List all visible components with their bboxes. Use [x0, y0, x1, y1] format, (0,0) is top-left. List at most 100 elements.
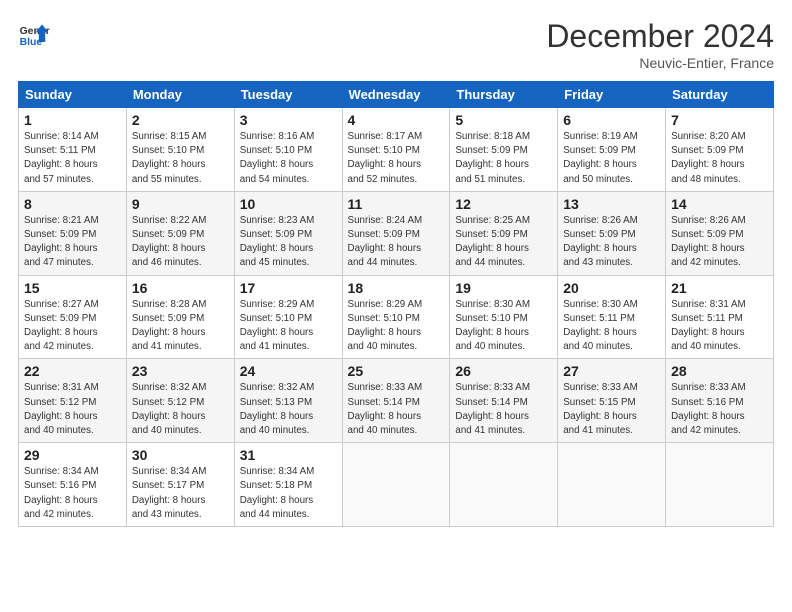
day-info: Sunrise: 8:32 AM Sunset: 5:13 PM Dayligh…	[240, 381, 337, 438]
day-info: Sunrise: 8:23 AM Sunset: 5:09 PM Dayligh…	[240, 214, 337, 271]
day-info: Sunrise: 8:33 AM Sunset: 5:14 PM Dayligh…	[348, 381, 445, 438]
col-header-tuesday: Tuesday	[234, 82, 342, 108]
calendar-container: General Blue December 2024 Neuvic-Entier…	[0, 0, 792, 537]
day-info: Sunrise: 8:24 AM Sunset: 5:09 PM Dayligh…	[348, 214, 445, 271]
day-number: 13	[563, 196, 660, 212]
day-info: Sunrise: 8:34 AM Sunset: 5:16 PM Dayligh…	[24, 465, 121, 522]
day-info: Sunrise: 8:14 AM Sunset: 5:11 PM Dayligh…	[24, 130, 121, 187]
day-cell: 18 Sunrise: 8:29 AM Sunset: 5:10 PM Dayli…	[342, 275, 450, 359]
day-cell: 22Sunrise: 8:31 AM Sunset: 5:12 PM Dayli…	[19, 359, 127, 443]
day-number: 27	[563, 363, 660, 379]
day-info: Sunrise: 8:31 AM Sunset: 5:11 PM Dayligh…	[671, 298, 768, 355]
day-cell: 7 Sunrise: 8:20 AM Sunset: 5:09 PM Daylig…	[666, 108, 774, 192]
day-cell: 30 Sunrise: 8:34 AM Sunset: 5:17 PM Dayli…	[126, 443, 234, 527]
day-cell: 26 Sunrise: 8:33 AM Sunset: 5:14 PM Dayli…	[450, 359, 558, 443]
day-cell: 17 Sunrise: 8:29 AM Sunset: 5:10 PM Dayli…	[234, 275, 342, 359]
day-cell: 5Sunrise: 8:18 AM Sunset: 5:09 PM Daylig…	[450, 108, 558, 192]
day-info: Sunrise: 8:33 AM Sunset: 5:15 PM Dayligh…	[563, 381, 660, 438]
day-cell: 19Sunrise: 8:30 AM Sunset: 5:10 PM Dayli…	[450, 275, 558, 359]
col-header-friday: Friday	[558, 82, 666, 108]
day-number: 30	[132, 447, 229, 463]
day-info: Sunrise: 8:33 AM Sunset: 5:14 PM Dayligh…	[455, 381, 552, 438]
day-cell: 15Sunrise: 8:27 AM Sunset: 5:09 PM Dayli…	[19, 275, 127, 359]
day-cell: 28 Sunrise: 8:33 AM Sunset: 5:16 PM Dayli…	[666, 359, 774, 443]
day-number: 8	[24, 196, 121, 212]
col-header-saturday: Saturday	[666, 82, 774, 108]
day-cell: 8 Sunrise: 8:21 AM Sunset: 5:09 PM Daylig…	[19, 191, 127, 275]
subtitle: Neuvic-Entier, France	[546, 55, 774, 71]
week-row-4: 22Sunrise: 8:31 AM Sunset: 5:12 PM Dayli…	[19, 359, 774, 443]
day-info: Sunrise: 8:33 AM Sunset: 5:16 PM Dayligh…	[671, 381, 768, 438]
title-block: December 2024 Neuvic-Entier, France	[546, 18, 774, 71]
logo-icon: General Blue	[18, 18, 50, 50]
day-info: Sunrise: 8:15 AM Sunset: 5:10 PM Dayligh…	[132, 130, 229, 187]
day-info: Sunrise: 8:20 AM Sunset: 5:09 PM Dayligh…	[671, 130, 768, 187]
day-number: 31	[240, 447, 337, 463]
day-number: 24	[240, 363, 337, 379]
day-info: Sunrise: 8:26 AM Sunset: 5:09 PM Dayligh…	[671, 214, 768, 271]
day-number: 7	[671, 112, 768, 128]
col-header-thursday: Thursday	[450, 82, 558, 108]
day-number: 18	[348, 280, 445, 296]
day-info: Sunrise: 8:34 AM Sunset: 5:18 PM Dayligh…	[240, 465, 337, 522]
day-info: Sunrise: 8:34 AM Sunset: 5:17 PM Dayligh…	[132, 465, 229, 522]
day-number: 14	[671, 196, 768, 212]
week-row-2: 8 Sunrise: 8:21 AM Sunset: 5:09 PM Daylig…	[19, 191, 774, 275]
day-cell: 11 Sunrise: 8:24 AM Sunset: 5:09 PM Dayli…	[342, 191, 450, 275]
day-number: 26	[455, 363, 552, 379]
day-cell: 14 Sunrise: 8:26 AM Sunset: 5:09 PM Dayli…	[666, 191, 774, 275]
day-cell: 21Sunrise: 8:31 AM Sunset: 5:11 PM Dayli…	[666, 275, 774, 359]
week-row-5: 29 Sunrise: 8:34 AM Sunset: 5:16 PM Dayli…	[19, 443, 774, 527]
day-number: 4	[348, 112, 445, 128]
day-cell: 9 Sunrise: 8:22 AM Sunset: 5:09 PM Daylig…	[126, 191, 234, 275]
day-cell: 16 Sunrise: 8:28 AM Sunset: 5:09 PM Dayli…	[126, 275, 234, 359]
week-row-3: 15Sunrise: 8:27 AM Sunset: 5:09 PM Dayli…	[19, 275, 774, 359]
calendar-table: SundayMondayTuesdayWednesdayThursdayFrid…	[18, 81, 774, 527]
day-info: Sunrise: 8:26 AM Sunset: 5:09 PM Dayligh…	[563, 214, 660, 271]
day-cell	[342, 443, 450, 527]
day-cell: 13 Sunrise: 8:26 AM Sunset: 5:09 PM Dayli…	[558, 191, 666, 275]
day-cell: 25Sunrise: 8:33 AM Sunset: 5:14 PM Dayli…	[342, 359, 450, 443]
day-info: Sunrise: 8:28 AM Sunset: 5:09 PM Dayligh…	[132, 298, 229, 355]
day-info: Sunrise: 8:19 AM Sunset: 5:09 PM Dayligh…	[563, 130, 660, 187]
day-cell	[558, 443, 666, 527]
day-cell: 12 Sunrise: 8:25 AM Sunset: 5:09 PM Dayli…	[450, 191, 558, 275]
day-cell: 4 Sunrise: 8:17 AM Sunset: 5:10 PM Daylig…	[342, 108, 450, 192]
day-cell: 20Sunrise: 8:30 AM Sunset: 5:11 PM Dayli…	[558, 275, 666, 359]
day-number: 20	[563, 280, 660, 296]
day-number: 29	[24, 447, 121, 463]
col-header-wednesday: Wednesday	[342, 82, 450, 108]
day-cell: 27 Sunrise: 8:33 AM Sunset: 5:15 PM Dayli…	[558, 359, 666, 443]
day-info: Sunrise: 8:22 AM Sunset: 5:09 PM Dayligh…	[132, 214, 229, 271]
day-number: 28	[671, 363, 768, 379]
col-header-sunday: Sunday	[19, 82, 127, 108]
day-number: 17	[240, 280, 337, 296]
day-number: 10	[240, 196, 337, 212]
day-cell: 6 Sunrise: 8:19 AM Sunset: 5:09 PM Daylig…	[558, 108, 666, 192]
day-cell: 1Sunrise: 8:14 AM Sunset: 5:11 PM Daylig…	[19, 108, 127, 192]
day-number: 11	[348, 196, 445, 212]
month-title: December 2024	[546, 18, 774, 55]
day-info: Sunrise: 8:27 AM Sunset: 5:09 PM Dayligh…	[24, 298, 121, 355]
day-number: 6	[563, 112, 660, 128]
day-info: Sunrise: 8:21 AM Sunset: 5:09 PM Dayligh…	[24, 214, 121, 271]
day-info: Sunrise: 8:29 AM Sunset: 5:10 PM Dayligh…	[348, 298, 445, 355]
day-info: Sunrise: 8:16 AM Sunset: 5:10 PM Dayligh…	[240, 130, 337, 187]
logo: General Blue	[18, 18, 50, 50]
week-row-1: 1Sunrise: 8:14 AM Sunset: 5:11 PM Daylig…	[19, 108, 774, 192]
day-cell: 31 Sunrise: 8:34 AM Sunset: 5:18 PM Dayli…	[234, 443, 342, 527]
day-info: Sunrise: 8:32 AM Sunset: 5:12 PM Dayligh…	[132, 381, 229, 438]
header-row: SundayMondayTuesdayWednesdayThursdayFrid…	[19, 82, 774, 108]
day-number: 9	[132, 196, 229, 212]
day-cell	[450, 443, 558, 527]
day-number: 19	[455, 280, 552, 296]
day-info: Sunrise: 8:17 AM Sunset: 5:10 PM Dayligh…	[348, 130, 445, 187]
day-info: Sunrise: 8:25 AM Sunset: 5:09 PM Dayligh…	[455, 214, 552, 271]
day-info: Sunrise: 8:31 AM Sunset: 5:12 PM Dayligh…	[24, 381, 121, 438]
day-info: Sunrise: 8:29 AM Sunset: 5:10 PM Dayligh…	[240, 298, 337, 355]
day-cell: 23Sunrise: 8:32 AM Sunset: 5:12 PM Dayli…	[126, 359, 234, 443]
day-number: 16	[132, 280, 229, 296]
day-number: 12	[455, 196, 552, 212]
day-cell	[666, 443, 774, 527]
day-cell: 2Sunrise: 8:15 AM Sunset: 5:10 PM Daylig…	[126, 108, 234, 192]
